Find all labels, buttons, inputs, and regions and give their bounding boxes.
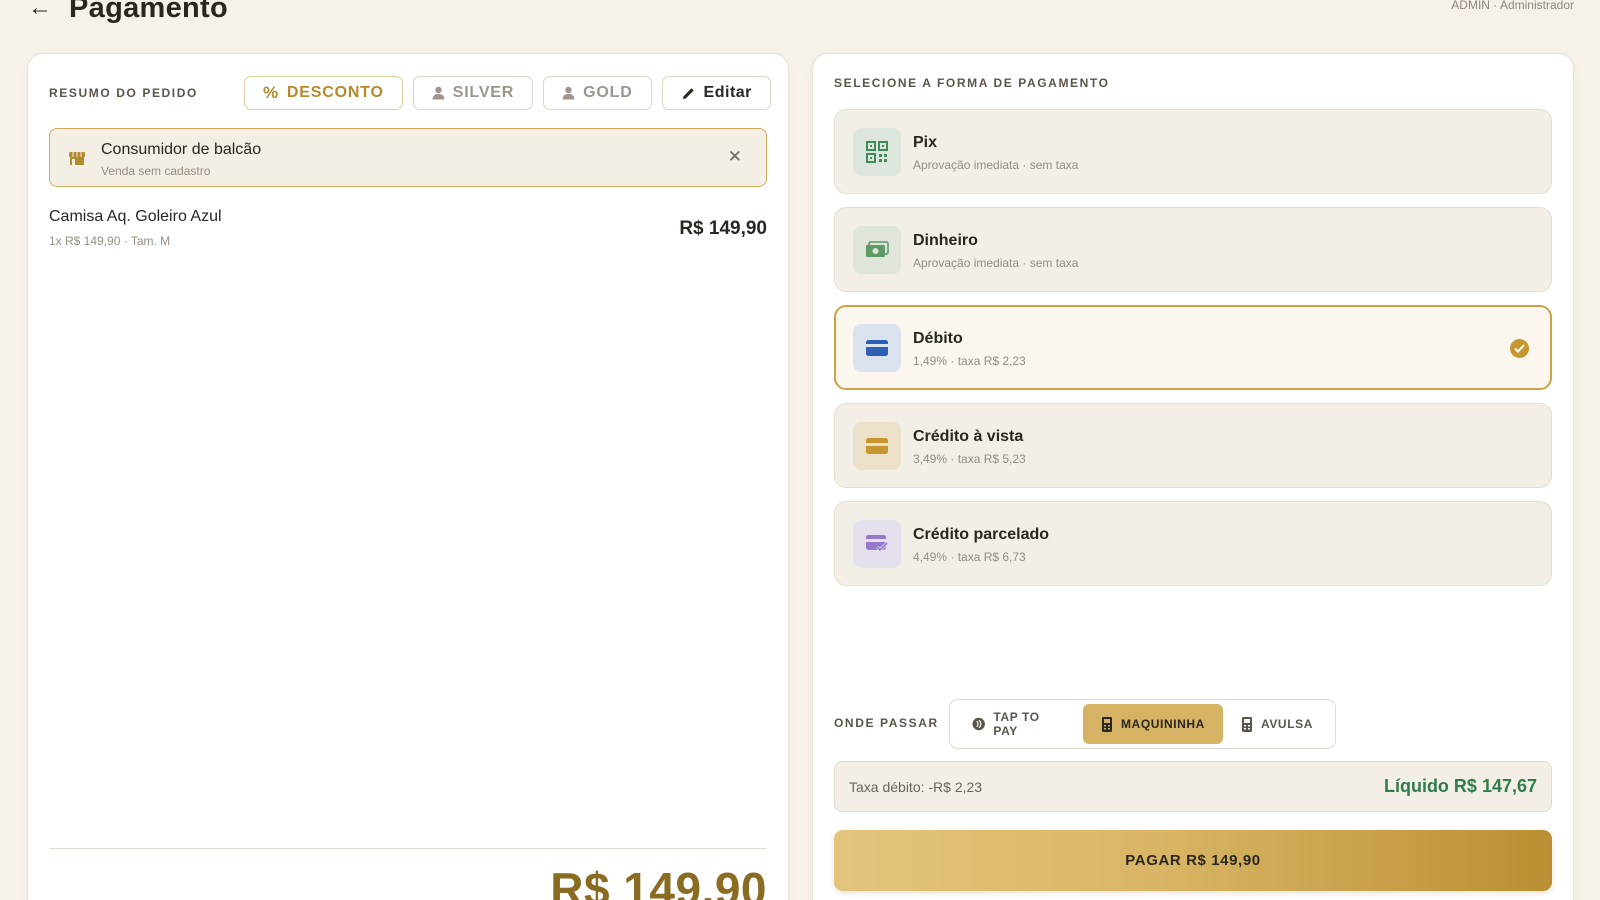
qr-code-icon [853,128,901,176]
divider [49,848,767,849]
customer-name: Consumidor de balcão [101,141,262,158]
method-subtitle: 3,49% · taxa R$ 5,23 [913,452,1026,466]
installment-card-icon [853,520,901,568]
tap-to-pay-option[interactable]: TAP TO PAY [954,704,1083,744]
gold-label: GOLD [583,84,633,101]
method-name: Crédito à vista [913,428,1024,445]
method-name: Dinheiro [913,232,978,249]
order-summary-label: RESUMO DO PEDIDO [49,86,198,100]
discount-label: DESCONTO [286,84,384,101]
order-summary-panel: RESUMO DO PEDIDO % DESCONTO SILVER GOLD … [27,53,789,900]
back-arrow-icon[interactable]: ← [28,0,52,22]
payment-method-dinheiro[interactable]: Dinheiro Aprovação imediata · sem taxa [834,207,1552,292]
payment-method-credito-vista[interactable]: Crédito à vista 3,49% · taxa R$ 5,23 [834,403,1552,488]
credit-card-icon [853,422,901,470]
contactless-icon [972,717,985,731]
discount-button[interactable]: % DESCONTO [244,76,403,110]
fee-summary: Taxa débito: -R$ 2,23 Líquido R$ 147,67 [834,761,1552,812]
customer-card[interactable]: Consumidor de balcão Venda sem cadastro … [49,128,767,187]
avulsa-label: AVULSA [1260,717,1313,731]
card-machine-icon [1101,716,1112,732]
edit-button[interactable]: Editar [661,76,771,110]
gold-button[interactable]: GOLD [543,76,652,110]
pencil-icon [682,87,694,99]
item-meta: 1x R$ 149,90 · Tam. M [49,234,171,248]
method-subtitle: 1,49% · taxa R$ 2,23 [913,354,1026,368]
payment-methods-list: Pix Aprovação imediata · sem taxa Dinhei… [834,109,1552,599]
payment-method-pix[interactable]: Pix Aprovação imediata · sem taxa [834,109,1552,194]
payment-method-credito-parcelado[interactable]: Crédito parcelado 4,49% · taxa R$ 6,73 [834,501,1552,586]
silver-label: SILVER [452,84,515,101]
payment-method-debito[interactable]: Débito 1,49% · taxa R$ 2,23 [834,305,1552,390]
edit-label: Editar [703,84,752,101]
percent-icon: % [263,83,279,102]
item-name: Camisa Aq. Goleiro Azul [49,208,222,225]
item-price: R$ 149,90 [679,218,767,239]
pay-button[interactable]: PAGAR R$ 149,90 [834,830,1552,891]
order-total: R$ 149,90 [550,863,767,900]
store-icon [69,152,85,165]
top-bar: ← Pagamento ADMIN · Administrador [0,0,1600,40]
check-circle-icon [1510,339,1529,358]
user-icon [562,86,575,100]
terminal-selector: TAP TO PAY MAQUININHA AVULSA [949,699,1336,749]
method-subtitle: Aprovação imediata · sem taxa [913,158,1079,172]
maquininha-label: MAQUININHA [1120,717,1205,731]
method-name: Crédito parcelado [913,526,1050,543]
customer-subtitle: Venda sem cadastro [101,164,211,178]
page-title: Pagamento [69,0,229,24]
user-info[interactable]: ADMIN · Administrador [1451,0,1574,12]
close-icon[interactable]: ✕ [728,147,742,167]
payment-method-label: SELECIONE A FORMA DE PAGAMENTO [834,76,1110,90]
order-chip-row: % DESCONTO SILVER GOLD Editar [244,76,771,110]
maquininha-option[interactable]: MAQUININHA [1082,704,1223,744]
method-name: Débito [913,330,963,347]
net-amount: Líquido R$ 147,67 [1383,776,1537,796]
payment-panel: SELECIONE A FORMA DE PAGAMENTO Pix Aprov… [812,53,1574,900]
debit-card-icon [853,324,901,372]
onde-passar-label: ONDE PASSAR [834,716,939,730]
cash-icon [853,226,901,274]
card-machine-icon [1241,716,1252,732]
method-subtitle: Aprovação imediata · sem taxa [913,256,1079,270]
method-name: Pix [913,134,938,151]
silver-button[interactable]: SILVER [412,76,534,110]
avulsa-option[interactable]: AVULSA [1223,704,1331,744]
method-subtitle: 4,49% · taxa R$ 6,73 [913,550,1026,564]
user-icon [432,86,445,100]
fee-text: Taxa débito: -R$ 2,23 [849,779,983,795]
tap-to-pay-label: TAP TO PAY [993,710,1040,738]
